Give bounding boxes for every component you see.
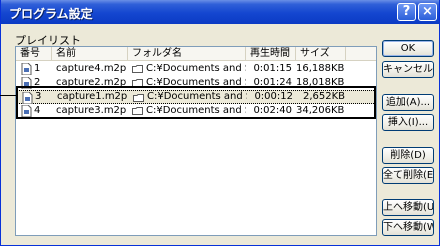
row-size: 16,188KB	[296, 63, 344, 74]
cancel-button[interactable]: キャンセル	[382, 61, 434, 78]
file-icon	[21, 63, 32, 75]
column-header-folder[interactable]: フォルダ名	[128, 47, 246, 61]
insert-button[interactable]: 挿入(I)...	[382, 114, 434, 131]
column-header-number[interactable]: 番号	[16, 47, 52, 61]
list-header: 番号 名前 フォルダ名 再生時間 サイズ	[16, 47, 376, 61]
playlist-list[interactable]: 番号 名前 フォルダ名 再生時間 サイズ 1 capture4.m2p C:¥D…	[15, 46, 377, 236]
row-folder: C:¥Documents and Set...	[146, 63, 246, 74]
close-button[interactable]: ×	[418, 3, 437, 21]
program-settings-dialog: プログラム設定 ? × プレイリスト 番号 名前 フォルダ名 再生時間 サイズ …	[0, 0, 440, 246]
row-number: 1	[34, 63, 41, 74]
ok-button[interactable]: OK	[382, 40, 434, 57]
move-up-button[interactable]: 上へ移動(U)	[382, 199, 434, 216]
dialog-title: プログラム設定	[9, 7, 93, 21]
column-header-duration[interactable]: 再生時間	[246, 47, 296, 61]
column-header-size[interactable]: サイズ	[296, 47, 346, 61]
row-name: capture4.m2p	[56, 63, 127, 74]
help-button[interactable]: ?	[397, 3, 416, 21]
title-bar[interactable]: プログラム設定 ? ×	[1, 0, 439, 24]
callout-highlight-box	[16, 86, 376, 119]
row-duration: 0:01:15	[253, 63, 292, 74]
add-button[interactable]: 追加(A)...	[382, 94, 434, 111]
folder-icon	[132, 65, 143, 73]
column-header-name[interactable]: 名前	[52, 47, 128, 61]
move-down-button[interactable]: 下へ移動(W)	[382, 219, 434, 236]
callout-pointer-line	[0, 95, 17, 103]
delete-all-button[interactable]: 全て削除(E)	[382, 167, 434, 184]
delete-button[interactable]: 削除(D)	[382, 147, 434, 164]
table-row[interactable]: 1 capture4.m2p C:¥Documents and Set... 0…	[16, 62, 376, 76]
